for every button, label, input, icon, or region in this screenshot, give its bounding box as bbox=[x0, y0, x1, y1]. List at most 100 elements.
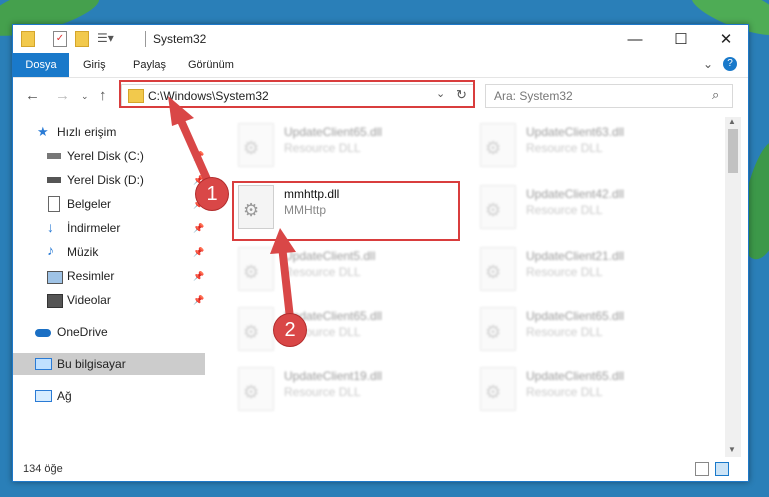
scroll-down-icon[interactable]: ▼ bbox=[728, 445, 736, 454]
tab-giris[interactable]: Giriş bbox=[73, 53, 116, 77]
file-description: Resource DLL bbox=[526, 325, 603, 339]
list-item[interactable]: ⚙ UpdateClient65.dll Resource DLL bbox=[480, 361, 700, 413]
file-description: Resource DLL bbox=[284, 385, 361, 399]
list-item[interactable]: ⚙ UpdateClient5.dll Resource DLL bbox=[238, 241, 458, 293]
marker-one: 1 bbox=[196, 178, 228, 210]
computer-icon bbox=[35, 358, 52, 370]
navigation-pane: ★ Hızlı erişim Yerel Disk (C:) 📌 Yerel D… bbox=[13, 117, 208, 457]
sidebar-item-label: Videolar bbox=[67, 293, 111, 307]
dll-file-icon: ⚙ bbox=[238, 123, 274, 167]
pin-icon[interactable]: 📌 bbox=[193, 271, 204, 282]
file-name: UpdateClient63.dll bbox=[526, 125, 625, 139]
recent-chevron-icon[interactable]: ⌄ bbox=[81, 91, 89, 102]
window-title: System32 bbox=[153, 32, 207, 46]
sidebar-item-downloads[interactable]: ↓ İndirmeler 📌 bbox=[13, 217, 205, 239]
sidebar-item-label: Belgeler bbox=[67, 197, 112, 211]
star-icon: ★ bbox=[37, 124, 49, 139]
dll-file-icon: ⚙ bbox=[480, 307, 516, 351]
file-description: Resource DLL bbox=[526, 141, 603, 155]
dll-file-icon: ⚙ bbox=[480, 123, 516, 167]
title-bar: ✓ ☰▾ System32 — ☐ ✕ bbox=[13, 25, 748, 53]
music-icon: ♪ bbox=[47, 242, 54, 258]
chevron-down-icon[interactable]: ⌄ bbox=[703, 57, 713, 71]
details-view-icon[interactable] bbox=[695, 462, 709, 476]
list-item[interactable]: ⚙ UpdateClient65.dll Resource DLL bbox=[238, 117, 458, 169]
list-item[interactable]: ⚙ UpdateClient65.dll Resource DLL bbox=[238, 301, 458, 353]
file-list: ⚙ UpdateClient65.dll Resource DLL ⚙ mmht… bbox=[218, 117, 723, 457]
search-box[interactable]: Ara: System32 ⌕ bbox=[485, 84, 733, 108]
tab-gorunum[interactable]: Görünüm bbox=[178, 53, 244, 77]
minimize-button[interactable]: — bbox=[612, 25, 658, 53]
dll-file-icon: ⚙ bbox=[238, 247, 274, 291]
sidebar-item-music[interactable]: ♪ Müzik 📌 bbox=[13, 241, 205, 263]
sidebar-item-videos[interactable]: Videolar 📌 bbox=[13, 289, 205, 311]
sidebar-item-network[interactable]: Ağ bbox=[13, 385, 205, 407]
search-icon[interactable]: ⌕ bbox=[712, 87, 719, 103]
properties-icon[interactable]: ✓ bbox=[53, 31, 67, 47]
network-icon bbox=[35, 390, 52, 402]
sidebar-item-this-pc[interactable]: Bu bilgisayar bbox=[13, 353, 205, 375]
maximize-button[interactable]: ☐ bbox=[658, 25, 704, 53]
file-name: UpdateClient65.dll bbox=[526, 309, 625, 323]
sidebar-item-documents[interactable]: Belgeler 📌 bbox=[13, 193, 205, 215]
drive-icon bbox=[47, 177, 61, 183]
dll-file-icon: ⚙ bbox=[480, 367, 516, 411]
sidebar-item-label: Yerel Disk (D:) bbox=[67, 173, 144, 187]
list-item[interactable]: ⚙ UpdateClient65.dll Resource DLL bbox=[480, 301, 700, 353]
sidebar-item-label: Bu bilgisayar bbox=[57, 357, 126, 371]
new-folder-icon[interactable] bbox=[75, 31, 89, 47]
scroll-up-icon[interactable]: ▲ bbox=[728, 117, 736, 126]
scroll-thumb[interactable] bbox=[728, 129, 738, 173]
tab-paylas[interactable]: Paylaş bbox=[123, 53, 176, 77]
separator bbox=[145, 31, 146, 47]
status-bar: 134 öğe bbox=[13, 457, 748, 481]
close-button[interactable]: ✕ bbox=[703, 25, 748, 53]
dll-file-icon: ⚙ bbox=[480, 185, 516, 229]
sidebar-item-label: Müzik bbox=[67, 245, 99, 259]
sidebar-item-pictures[interactable]: Resimler 📌 bbox=[13, 265, 205, 287]
pictures-icon bbox=[47, 271, 63, 284]
tab-dosya[interactable]: Dosya bbox=[13, 53, 69, 77]
explorer-window: ✓ ☰▾ System32 — ☐ ✕ Dosya Giriş Paylaş G… bbox=[12, 24, 749, 482]
sidebar-item-label: İndirmeler bbox=[67, 221, 121, 235]
forward-arrow-icon[interactable]: → bbox=[55, 87, 70, 104]
folder-icon[interactable] bbox=[21, 31, 35, 47]
ribbon: Dosya Giriş Paylaş Görünüm ⌄ ? bbox=[13, 53, 748, 78]
file-name: UpdateClient42.dll bbox=[526, 187, 625, 201]
file-description: Resource DLL bbox=[284, 141, 361, 155]
file-name: UpdateClient5.dll bbox=[284, 249, 376, 263]
pin-icon[interactable]: 📌 bbox=[193, 295, 204, 306]
vertical-scrollbar[interactable]: ▲ ▼ bbox=[725, 117, 741, 457]
list-item[interactable]: ⚙ UpdateClient42.dll Resource DLL bbox=[480, 179, 700, 231]
list-item[interactable]: ⚙ UpdateClient63.dll Resource DLL bbox=[480, 117, 700, 169]
pin-icon[interactable]: 📌 bbox=[193, 151, 204, 162]
sidebar-item-label: Hızlı erişim bbox=[57, 125, 117, 139]
drive-icon bbox=[47, 153, 61, 159]
help-icon[interactable]: ? bbox=[723, 57, 737, 71]
dll-file-icon: ⚙ bbox=[238, 367, 274, 411]
dll-file-icon: ⚙ bbox=[238, 307, 274, 351]
sidebar-item-label: OneDrive bbox=[57, 325, 108, 339]
marker-two: 2 bbox=[274, 314, 306, 346]
tiles-view-icon[interactable] bbox=[715, 462, 729, 476]
view-icon[interactable]: ☰▾ bbox=[97, 31, 114, 45]
sidebar-item-onedrive[interactable]: OneDrive bbox=[13, 321, 205, 343]
download-icon: ↓ bbox=[47, 219, 54, 235]
sidebar-item-label: Ağ bbox=[57, 389, 72, 403]
sidebar-item-disk-d[interactable]: Yerel Disk (D:) 📌 bbox=[13, 169, 205, 191]
file-name: UpdateClient65.dll bbox=[526, 369, 625, 383]
sidebar-item-quick-access[interactable]: ★ Hızlı erişim bbox=[13, 121, 205, 143]
sidebar-item-label: Yerel Disk (C:) bbox=[67, 149, 144, 163]
search-input[interactable]: Ara: System32 bbox=[494, 89, 573, 103]
file-description: Resource DLL bbox=[526, 385, 603, 399]
pin-icon[interactable]: 📌 bbox=[193, 223, 204, 234]
list-item[interactable]: ⚙ UpdateClient21.dll Resource DLL bbox=[480, 241, 700, 293]
address-highlight bbox=[119, 80, 475, 108]
document-icon bbox=[48, 196, 60, 212]
up-arrow-icon[interactable]: ↑ bbox=[99, 87, 107, 104]
list-item[interactable]: ⚙ UpdateClient19.dll Resource DLL bbox=[238, 361, 458, 413]
pin-icon[interactable]: 📌 bbox=[193, 247, 204, 258]
file-name: UpdateClient19.dll bbox=[284, 369, 383, 383]
sidebar-item-disk-c[interactable]: Yerel Disk (C:) 📌 bbox=[13, 145, 205, 167]
back-arrow-icon[interactable]: ← bbox=[25, 87, 40, 104]
